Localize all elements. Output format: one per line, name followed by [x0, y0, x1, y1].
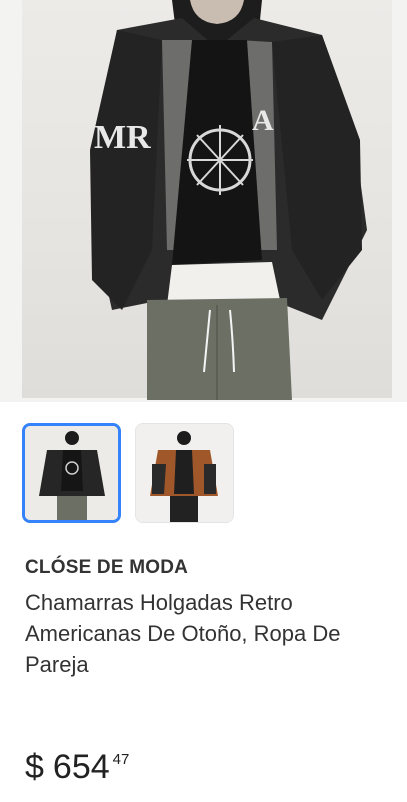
price-cents: 47: [112, 751, 130, 768]
price-currency: $: [25, 748, 44, 786]
thumbnail-black-jacket[interactable]: [22, 423, 121, 523]
image-thumbnails: [22, 423, 234, 523]
thumbnail-brown-jacket[interactable]: [135, 423, 234, 523]
svg-text:A: A: [252, 104, 274, 137]
product-price: $ 654 47: [25, 745, 129, 789]
thumbnail-brown-jacket-image: [136, 424, 233, 522]
model-photo-illustration: MR A: [90, 0, 367, 400]
thumbnail-black-jacket-image: [25, 426, 118, 520]
product-main-image[interactable]: MR A: [0, 0, 407, 402]
svg-text:MR: MR: [94, 119, 151, 156]
price-integer: 654: [52, 748, 110, 786]
product-title: Chamarras Holgadas Retro Americanas De O…: [25, 590, 341, 677]
brand-name[interactable]: CLÓSE DE MODA: [25, 557, 188, 579]
